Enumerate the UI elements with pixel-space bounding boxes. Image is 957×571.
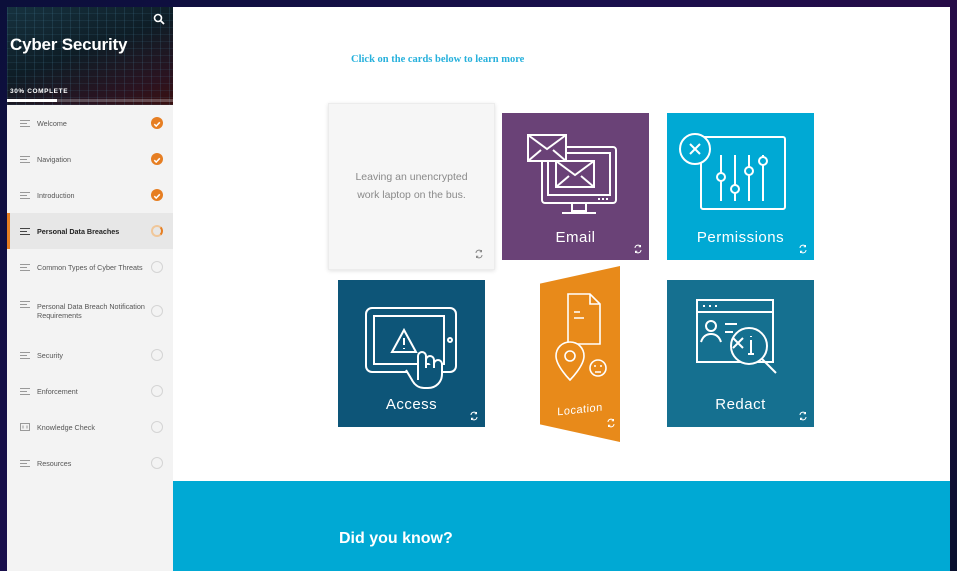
menu-item-knowledge-check[interactable]: Knowledge Check [7,409,173,445]
menu-item-security[interactable]: Security [7,337,173,373]
menu-item-label: Knowledge Check [37,422,95,432]
did-you-know-banner: Did you know? [173,481,950,571]
location-pin-icon [555,293,607,382]
not-started-icon [151,349,163,361]
banner-title: Did you know? [339,530,453,547]
not-started-icon [151,457,163,469]
lesson-lines-icon [20,191,30,199]
menu-item-label: Common Types of Cyber Threats [37,262,143,272]
menu-item-label: Personal Data Breach Notification Requir… [37,302,145,320]
not-started-icon [151,421,163,433]
card-description: Leaving an unencrypted work laptop on th… [355,171,468,201]
instruction-text: Click on the cards below to learn more [351,54,525,65]
lesson-lines-icon [20,351,30,359]
email-card[interactable]: Email [502,113,649,260]
progress-bar [7,99,173,102]
lesson-menu: Welcome Navigation Introduction Personal… [7,105,173,481]
lesson-lines-icon [20,119,30,127]
lesson-content: Click on the cards below to learn more L… [173,7,950,571]
menu-item-common-threats[interactable]: Common Types of Cyber Threats [7,249,173,285]
complete-check-icon [151,117,163,129]
progress-bar-fill [7,99,57,102]
menu-item-label: Security [37,350,63,360]
course-header: Cyber Security 30% COMPLETE [7,7,173,105]
not-started-icon [151,261,163,273]
menu-item-navigation[interactable]: Navigation [7,141,173,177]
redact-card[interactable]: Redact [667,280,814,427]
sidebar: Cyber Security 30% COMPLETE Welcome Navi… [7,7,174,571]
menu-item-label: Introduction [37,190,75,200]
redact-magnifier-icon [696,299,777,374]
lesson-lines-icon [20,263,30,271]
menu-item-label: Navigation [37,154,71,164]
lesson-lines-icon [20,227,30,235]
menu-item-label: Personal Data Breaches [37,226,120,236]
complete-check-icon [151,189,163,201]
card-title: Access [385,396,438,413]
not-started-icon [151,305,163,317]
flip-icon[interactable] [798,244,808,254]
quiz-icon [20,423,30,431]
lesson-lines-icon [20,301,30,308]
access-card[interactable]: Access [338,280,485,427]
email-monitor-icon [527,134,617,214]
progress-label: 30% COMPLETE [10,88,69,95]
course-title: Cyber Security [10,35,128,54]
lesson-lines-icon [20,155,30,163]
menu-item-resources[interactable]: Resources [7,445,173,481]
flip-icon[interactable] [469,411,479,421]
menu-item-personal-data-breaches[interactable]: Personal Data Breaches [7,213,173,249]
card-title: Permissions [696,229,785,246]
menu-item-label: Resources [37,458,72,468]
flip-icon[interactable] [798,411,808,421]
lesson-lines-icon [20,459,30,467]
course-window: Cyber Security 30% COMPLETE Welcome Navi… [7,7,950,571]
menu-item-label: Welcome [37,118,67,128]
menu-item-introduction[interactable]: Introduction [7,177,173,213]
in-progress-icon [151,225,163,237]
flip-icon[interactable] [606,418,616,428]
menu-item-enforcement[interactable]: Enforcement [7,373,173,409]
menu-item-label: Enforcement [37,386,78,396]
menu-item-notification-requirements[interactable]: Personal Data Breach Notification Requir… [7,285,173,337]
search-icon[interactable] [153,13,165,25]
location-card[interactable]: Location [540,266,620,442]
tablet-warning-icon [365,307,457,389]
menu-item-welcome[interactable]: Welcome [7,105,173,141]
lesson-lines-icon [20,387,30,395]
flip-icon[interactable] [474,249,484,259]
laptop-card[interactable]: Leaving an unencrypted work laptop on th… [328,103,495,270]
permissions-sliders-icon [679,133,786,210]
complete-check-icon [151,153,163,165]
card-title: Email [555,229,596,246]
permissions-card[interactable]: Permissions [667,113,814,260]
not-started-icon [151,385,163,397]
flip-icon[interactable] [633,244,643,254]
card-title: Redact [715,396,766,413]
